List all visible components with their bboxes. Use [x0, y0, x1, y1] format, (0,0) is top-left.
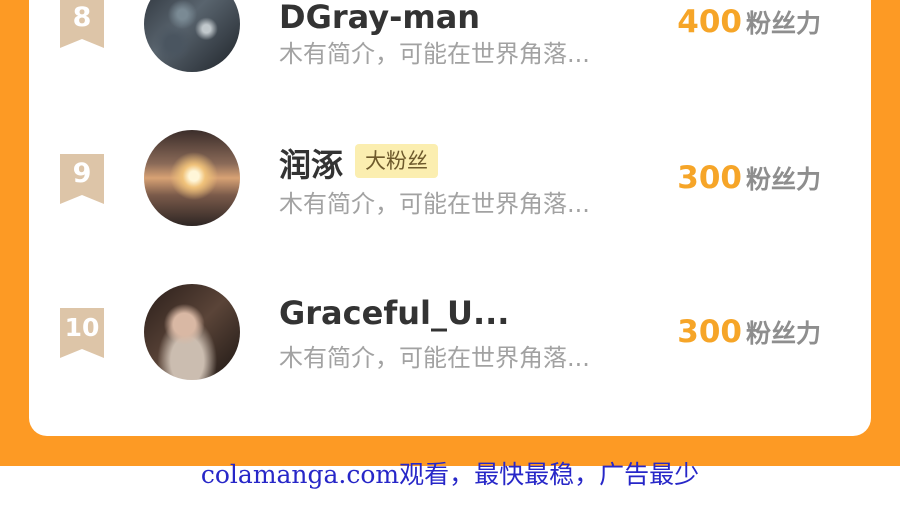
fan-power: 400 粉丝力: [677, 4, 821, 40]
ranking-row[interactable]: 10 Graceful_U... 木有简介，可能在世界角落... 300 粉丝力: [29, 282, 871, 382]
site-watermark: colamanga.com观看，最快最稳，广告最少: [200, 460, 700, 489]
rank-number: 9: [72, 158, 92, 189]
user-name[interactable]: DGray-man: [279, 0, 480, 36]
rank-number: 8: [72, 2, 92, 33]
ranking-row[interactable]: 9 润涿 大粉丝 木有简介，可能在世界角落... 300 粉丝力: [29, 128, 871, 228]
fan-power-value: 400: [677, 4, 742, 40]
rank-ribbon-icon: 9: [60, 154, 104, 204]
avatar[interactable]: [144, 130, 240, 226]
user-name[interactable]: 润涿: [279, 140, 343, 186]
fan-power-unit: 粉丝力: [745, 165, 821, 194]
big-fan-badge: 大粉丝: [355, 144, 438, 178]
rank-ribbon-icon: 8: [60, 0, 104, 48]
fan-power-unit: 粉丝力: [745, 319, 821, 348]
ranking-card: 8 DGray-man 木有简介，可能在世界角落... 400 粉丝力 9 润涿 …: [29, 0, 871, 436]
user-name[interactable]: Graceful_U...: [279, 294, 509, 332]
avatar[interactable]: [144, 284, 240, 380]
ranking-row[interactable]: 8 DGray-man 木有简介，可能在世界角落... 400 粉丝力: [29, 0, 871, 72]
fan-power-unit: 粉丝力: [745, 9, 821, 38]
fan-power: 300 粉丝力: [677, 314, 821, 350]
rank-number: 10: [64, 313, 100, 342]
user-intro: 木有简介，可能在世界角落...: [279, 190, 590, 218]
fan-power-value: 300: [677, 314, 742, 350]
fan-power-value: 300: [677, 160, 742, 196]
user-intro: 木有简介，可能在世界角落...: [279, 40, 590, 68]
avatar[interactable]: [144, 0, 240, 72]
user-intro: 木有简介，可能在世界角落...: [279, 344, 590, 372]
fan-power: 300 粉丝力: [677, 160, 821, 196]
rank-ribbon-icon: 10: [60, 308, 104, 358]
